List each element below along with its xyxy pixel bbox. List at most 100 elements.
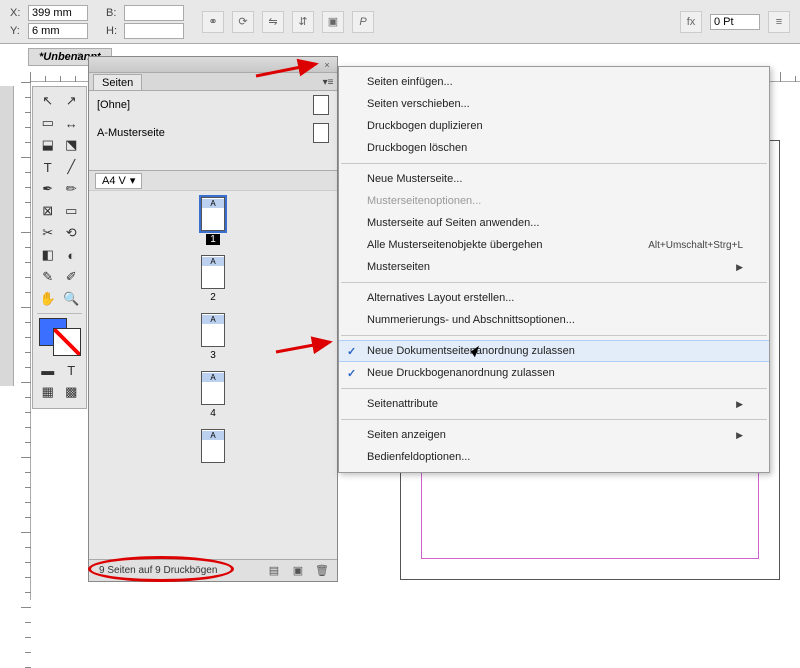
master-none-row[interactable]: [Ohne] [89,91,337,119]
selection-tool[interactable]: ↖ [37,91,59,111]
menu-item[interactable]: Alle Musterseitenobjekte übergehenAlt+Um… [339,234,769,256]
content-collector-tool[interactable]: ⬓ [37,135,59,155]
menu-item[interactable]: Seitenattribute ▶ [339,393,769,415]
page-item[interactable]: A 1 [89,197,337,245]
check-icon: ✓ [347,367,356,380]
page-tool[interactable]: ▭ [37,113,59,133]
eyedropper-tool[interactable]: ✐ [61,267,83,287]
view-mode-preview-icon[interactable]: ▩ [61,382,83,402]
page-thumb[interactable]: A [201,429,225,463]
layout-combo[interactable]: A4 V▾ [95,173,142,189]
panel-flyout-button[interactable]: ▾≡ [321,75,335,89]
menu-item[interactable]: Seiten einfügen... [339,71,769,93]
arrange-icon[interactable]: ≡ [768,11,790,33]
menu-item-label: Seiten verschieben... [367,98,470,110]
pages-tab[interactable]: Seiten [93,74,142,90]
zoom-tool[interactable]: 🔍 [61,289,83,309]
stroke-swatch[interactable] [53,328,81,356]
link-icon[interactable]: ⚭ [202,11,224,33]
paragraph-icon[interactable]: P [352,11,374,33]
menu-item[interactable]: Druckbogen löschen [339,137,769,159]
menu-item-label: Alle Musterseitenobjekte übergehen [367,239,543,251]
menu-item[interactable]: Seiten anzeigen▶ [339,424,769,446]
panel-dock[interactable] [0,86,14,386]
menu-item[interactable]: Druckbogen duplizieren [339,115,769,137]
menu-separator [341,282,767,283]
x-input[interactable]: 399 mm [28,5,88,21]
apply-none-icon[interactable]: T [61,360,83,380]
menu-separator [341,163,767,164]
master-a-row[interactable]: A-Musterseite [89,119,337,147]
menu-item[interactable]: Musterseiten ▶ [339,256,769,278]
rotate-icon[interactable]: ⟳ [232,11,254,33]
page-thumb[interactable]: A [201,313,225,347]
page-item[interactable]: A 3 [89,313,337,361]
y-input[interactable]: 6 mm [28,23,88,39]
stroke-weight-input[interactable]: 0 Pt [710,14,760,30]
ruler-vertical[interactable] [15,82,31,600]
pages-list[interactable]: A 1 A 2 A 3 A 4 A [89,191,337,559]
tab-expand-icon[interactable]: « [74,48,85,59]
menu-item[interactable]: Nummerierungs- und Abschnittsoptionen... [339,309,769,331]
line-tool[interactable]: ╱ [61,157,83,177]
page-number: 4 [206,408,220,419]
submenu-arrow-icon: ▶ [736,399,743,410]
page-thumb[interactable]: A [201,197,225,231]
hand-tool[interactable]: ✋ [37,289,59,309]
menu-item[interactable]: Bedienfeldoptionen... [339,446,769,468]
master-a-thumb[interactable] [313,123,329,143]
panel-collapse-icon[interactable]: « [305,59,317,71]
menu-item[interactable]: Neue Musterseite... [339,168,769,190]
menu-item-label: Seitenattribute [367,398,438,410]
master-none-thumb[interactable] [313,95,329,115]
master-none-label: [Ohne] [97,99,130,111]
menu-item[interactable]: Seiten verschieben... [339,93,769,115]
menu-item-label: Musterseiten [367,261,430,273]
fx-icon[interactable]: fx [680,11,702,33]
menu-item[interactable]: Musterseite auf Seiten anwenden... [339,212,769,234]
container-icon[interactable]: ▣ [322,11,344,33]
page-thumb[interactable]: A [201,371,225,405]
w-input[interactable] [124,5,184,21]
menu-item-label: Alternatives Layout erstellen... [367,292,514,304]
type-tool[interactable]: T [37,157,59,177]
page-item[interactable]: A [89,429,337,466]
h-input[interactable] [124,23,184,39]
menu-item-label: Druckbogen duplizieren [367,120,483,132]
menu-separator [341,388,767,389]
new-page-icon[interactable]: ▣ [289,563,307,579]
view-mode-normal-icon[interactable]: ▦ [37,382,59,402]
page-number: 1 [206,234,220,245]
pencil-tool[interactable]: ✏ [61,179,83,199]
rectangle-frame-tool[interactable]: ⊠ [37,201,59,221]
edit-page-size-icon[interactable]: ▤ [265,563,283,579]
delete-page-icon[interactable]: 🗑 [313,563,331,579]
panel-close-icon[interactable]: × [321,59,333,71]
pages-status: 9 Seiten auf 9 Druckbögen [95,565,259,576]
panel-titlebar[interactable]: « × [89,57,337,73]
note-tool[interactable]: ✎ [37,267,59,287]
flip-v-icon[interactable]: ⇵ [292,11,314,33]
direct-selection-tool[interactable]: ↗ [61,91,83,111]
menu-item[interactable]: ✓Neue Dokumentseitenanordnung zulassen [339,340,769,362]
control-bar: X: 399 mm Y: 6 mm B: H: ⚭ ⟳ ⇋ ⇵ ▣ P fx 0… [0,0,800,44]
gap-tool[interactable]: ↔ [61,113,83,133]
menu-item-label: Musterseite auf Seiten anwenden... [367,217,539,229]
menu-item-label: Neue Druckbogenanordnung zulassen [367,367,555,379]
content-placer-tool[interactable]: ⬔ [61,135,83,155]
scissors-tool[interactable]: ✂ [37,223,59,243]
menu-item[interactable]: Alternatives Layout erstellen... [339,287,769,309]
apply-color-icon[interactable]: ▬ [37,360,59,380]
gradient-swatch-tool[interactable]: ◧ [37,245,59,265]
page-thumb[interactable]: A [201,255,225,289]
toolbox: ↖↗ ▭↔ ⬓⬔ T╱ ✒✏ ⊠▭ ✂⟲ ◧◐ ✎✐ ✋🔍 ▬T ▦▩ [32,86,87,409]
page-item[interactable]: A 4 [89,371,337,419]
gradient-feather-tool[interactable]: ◐ [61,245,83,265]
rectangle-tool[interactable]: ▭ [61,201,83,221]
flip-h-icon[interactable]: ⇋ [262,11,284,33]
pen-tool[interactable]: ✒ [37,179,59,199]
page-item[interactable]: A 2 [89,255,337,303]
menu-item[interactable]: ✓ Neue Druckbogenanordnung zulassen [339,362,769,384]
free-transform-tool[interactable]: ⟲ [61,223,83,243]
submenu-arrow-icon: ▶ [736,262,743,273]
